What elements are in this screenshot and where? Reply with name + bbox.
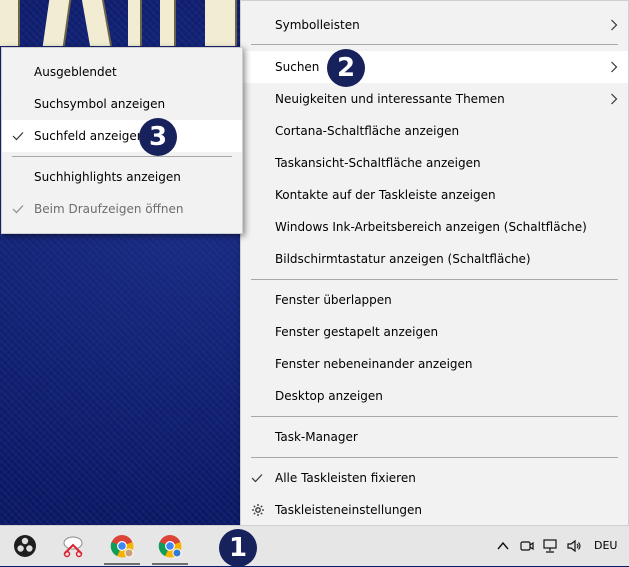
menu-item-taskleisteneinstellungen[interactable]: Taskleisteneinstellungen xyxy=(241,494,628,526)
chrome-alt-profile-icon[interactable] xyxy=(157,533,183,559)
menu-item-neuigkeiten[interactable]: Neuigkeiten und interessante Themen xyxy=(241,83,628,115)
submenu-item-suchsymbol[interactable]: Suchsymbol anzeigen xyxy=(2,88,242,120)
checkmark-icon xyxy=(12,193,24,225)
menu-item-bildschirmtastatur[interactable]: Bildschirmtastatur anzeigen (Schaltfläch… xyxy=(241,243,628,275)
menu-item-taskansicht[interactable]: Taskansicht-Schaltfläche anzeigen xyxy=(241,147,628,179)
wallpaper-letter-shape xyxy=(160,0,174,46)
wallpaper-letter-shape xyxy=(128,0,140,46)
menu-separator xyxy=(12,156,232,157)
menu-separator xyxy=(251,44,618,45)
menu-item-label: Task-Manager xyxy=(275,430,358,444)
obs-icon[interactable] xyxy=(12,533,38,559)
menu-item-task-manager[interactable]: Task-Manager xyxy=(241,421,628,453)
menu-item-label: Fenster gestapelt anzeigen xyxy=(275,325,439,339)
menu-item-kontakte[interactable]: Kontakte auf der Taskleiste anzeigen xyxy=(241,179,628,211)
menu-item-label: Suchhighlights anzeigen xyxy=(34,170,181,184)
menu-separator xyxy=(251,457,618,458)
menu-separator xyxy=(251,279,618,280)
menu-item-fenster-ueberlappen[interactable]: Fenster überlappen xyxy=(241,284,628,316)
menu-item-label: Beim Draufzeigen öffnen xyxy=(34,202,184,216)
menu-item-label: Suchsymbol anzeigen xyxy=(34,97,166,111)
menu-item-label: Neuigkeiten und interessante Themen xyxy=(275,92,505,106)
menu-item-label: Suchfeld anzeigen xyxy=(34,129,145,143)
network-icon[interactable] xyxy=(542,538,558,554)
chevron-up-icon[interactable] xyxy=(495,538,511,554)
menu-item-cortana[interactable]: Cortana-Schaltfläche anzeigen xyxy=(241,115,628,147)
chrome-profile-icon[interactable] xyxy=(109,533,135,559)
step-badge-3: 3 xyxy=(139,118,177,156)
menu-item-label: Taskleisteneinstellungen xyxy=(275,503,423,517)
volume-icon[interactable] xyxy=(566,538,582,554)
wallpaper-letter-shape xyxy=(42,0,70,46)
menu-item-label: Kontakte auf der Taskleiste anzeigen xyxy=(275,188,496,202)
menu-item-label: Symbolleisten xyxy=(275,18,360,32)
menu-item-fenster-nebeneinander[interactable]: Fenster nebeneinander anzeigen xyxy=(241,348,628,380)
menu-item-label: Fenster überlappen xyxy=(275,293,392,307)
menu-item-symbolleisten[interactable]: Symbolleisten xyxy=(241,9,628,41)
menu-item-label: Alle Taskleisten fixieren xyxy=(275,471,416,485)
snipping-tool-icon[interactable] xyxy=(60,533,86,559)
menu-separator xyxy=(251,416,618,417)
step-badge-2: 2 xyxy=(327,49,365,87)
menu-item-desktop-anzeigen[interactable]: Desktop anzeigen xyxy=(241,380,628,412)
checkmark-icon xyxy=(12,120,24,152)
menu-item-label: Windows Ink-Arbeitsbereich anzeigen (Sch… xyxy=(275,220,587,234)
menu-item-label: Cortana-Schaltfläche anzeigen xyxy=(275,124,460,138)
checkmark-icon xyxy=(251,462,263,494)
gear-icon xyxy=(251,494,265,526)
submenu-item-draufzeigen: Beim Draufzeigen öffnen xyxy=(2,193,242,225)
taskbar-context-menu: Symbolleisten Suchen Neuigkeiten und int… xyxy=(240,0,629,527)
language-indicator[interactable]: DEU xyxy=(594,539,617,552)
menu-item-label: Bildschirmtastatur anzeigen (Schaltfläch… xyxy=(275,252,531,266)
submenu-item-ausgeblendet[interactable]: Ausgeblendet xyxy=(2,56,242,88)
menu-item-taskleisten-fixieren[interactable]: Alle Taskleisten fixieren xyxy=(241,462,628,494)
step-badge-1: 1 xyxy=(219,529,257,567)
submenu-item-suchfeld[interactable]: Suchfeld anzeigen xyxy=(2,120,242,152)
chevron-right-icon xyxy=(610,51,618,83)
submenu-item-suchhighlights[interactable]: Suchhighlights anzeigen xyxy=(2,161,242,193)
menu-item-suchen[interactable]: Suchen xyxy=(241,51,628,83)
taskbar: DEU xyxy=(0,525,629,566)
menu-item-windows-ink[interactable]: Windows Ink-Arbeitsbereich anzeigen (Sch… xyxy=(241,211,628,243)
wallpaper-letter-shape xyxy=(81,0,111,46)
menu-item-fenster-gestapelt[interactable]: Fenster gestapelt anzeigen xyxy=(241,316,628,348)
menu-item-label: Ausgeblendet xyxy=(34,65,117,79)
menu-item-label: Fenster nebeneinander anzeigen xyxy=(275,357,473,371)
search-submenu: Ausgeblendet Suchsymbol anzeigen Suchfel… xyxy=(1,47,243,234)
menu-item-label: Suchen xyxy=(275,60,320,74)
meet-now-icon[interactable] xyxy=(519,538,535,554)
menu-item-label: Taskansicht-Schaltfläche anzeigen xyxy=(275,156,481,170)
chevron-right-icon xyxy=(610,9,618,41)
wallpaper-letter-shape xyxy=(205,0,235,46)
chevron-right-icon xyxy=(610,83,618,115)
wallpaper-letter-shape xyxy=(0,0,18,46)
menu-item-label: Desktop anzeigen xyxy=(275,389,383,403)
